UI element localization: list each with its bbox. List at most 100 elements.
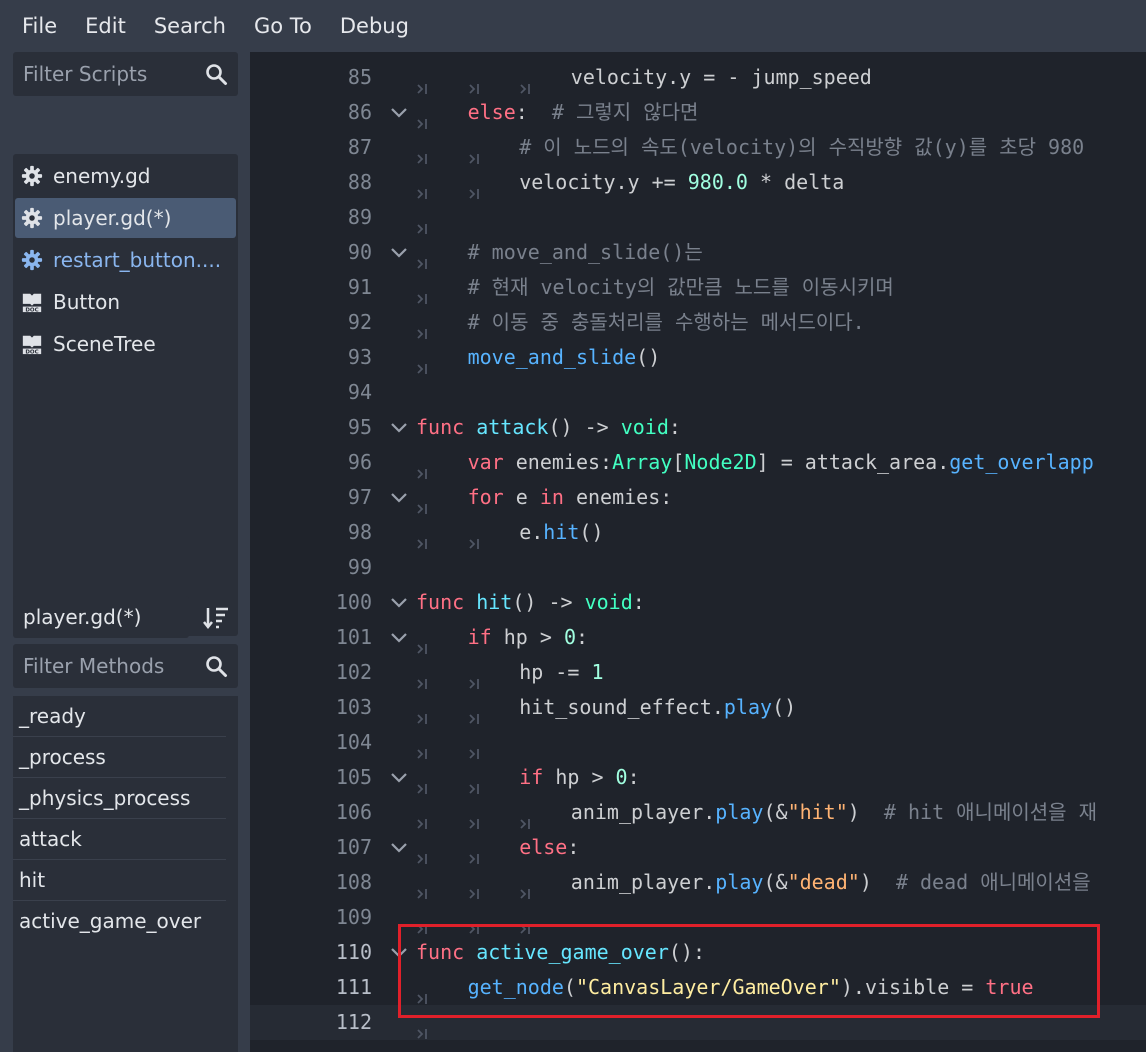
script-item-button[interactable]: DOC Button [15, 282, 236, 322]
line-number: 107 [335, 835, 372, 859]
code-text: hit_sound_effect.play() [519, 690, 796, 725]
code-token: # move_and_slide()는 [467, 240, 703, 264]
code-line[interactable]: 93 move_and_slide() [250, 340, 1146, 375]
code-line[interactable]: 104 [250, 725, 1146, 760]
code-token: hit_sound_effect. [519, 695, 724, 719]
code-text: func attack() -> void: [416, 410, 681, 445]
code-token: in [539, 485, 564, 509]
code-line[interactable]: 97 for e in enemies: [250, 480, 1146, 515]
fold-chevron-icon[interactable] [388, 480, 410, 515]
code-line[interactable]: 101 if hp > 0: [250, 620, 1146, 655]
code-token: # 그렇지 않다면 [551, 100, 699, 124]
method-item-active-game-over[interactable]: active_game_over [13, 901, 226, 942]
code-line[interactable]: 89 [250, 200, 1146, 235]
menu-file[interactable]: File [8, 0, 71, 52]
filter-scripts-input[interactable] [13, 52, 203, 96]
menu-debug[interactable]: Debug [326, 0, 423, 52]
code-token: # 이동 중 충돌처리를 수행하는 메서드이다. [467, 310, 865, 334]
code-line[interactable]: 108 anim_player.play(&"dead") # dead 애니메이… [250, 865, 1146, 900]
code-token: () [579, 520, 604, 544]
code-line[interactable]: 110 func active_game_over(): [250, 935, 1146, 970]
menu-search[interactable]: Search [140, 0, 240, 52]
line-number: 97 [347, 485, 372, 509]
fold-chevron-icon[interactable] [388, 620, 410, 655]
code-text: # 현재 velocity의 값만큼 노드를 이동시키며 [468, 270, 894, 305]
code-token: "dead" [787, 870, 860, 894]
script-list: enemy.gd player.gd(*) restart_button.... DO… [13, 154, 238, 636]
code-text: for e in enemies: [468, 480, 673, 515]
code-line[interactable]: 102 hp -= 1 [250, 655, 1146, 690]
fold-chevron-icon[interactable] [388, 410, 410, 445]
fold-chevron-icon[interactable] [388, 95, 410, 130]
script-item-enemy-gd[interactable]: enemy.gd [15, 156, 236, 196]
menu-edit[interactable]: Edit [71, 0, 140, 52]
code-token: play [715, 800, 764, 824]
code-token: : [668, 415, 681, 439]
script-panel: enemy.gd player.gd(*) restart_button.... DO… [0, 52, 250, 1052]
line-number: 87 [347, 135, 372, 159]
code-line[interactable]: 91 # 현재 velocity의 값만큼 노드를 이동시키며 [250, 270, 1146, 305]
code-token: var [467, 450, 504, 474]
fold-chevron-icon[interactable] [388, 235, 410, 270]
code-text: e.hit() [519, 515, 603, 550]
line-number: 99 [347, 555, 372, 579]
code-line[interactable]: 95 func attack() -> void: [250, 410, 1146, 445]
code-token: void [584, 590, 633, 614]
code-text: # 이 노드의 속도(velocity)의 수직방향 값(y)를 초당 980 [519, 130, 1084, 165]
fold-chevron-icon[interactable] [388, 830, 410, 865]
line-number: 101 [335, 625, 372, 649]
method-item-hit[interactable]: hit [13, 860, 226, 901]
code-line[interactable]: 86 else: # 그렇지 않다면 [250, 95, 1146, 130]
code-line[interactable]: 99 [250, 550, 1146, 585]
code-line[interactable]: 107 else: [250, 830, 1146, 865]
code-line[interactable]: 112 [250, 1005, 1146, 1040]
line-number: 92 [347, 310, 372, 334]
fold-chevron-icon[interactable] [388, 935, 410, 970]
code-line[interactable]: 105 if hp > 0: [250, 760, 1146, 795]
code-token: () [636, 345, 661, 369]
method-item-process[interactable]: _process [13, 737, 226, 778]
code-line[interactable]: 94 [250, 375, 1146, 410]
fold-chevron-icon[interactable] [388, 585, 410, 620]
code-token: # hit 애니메이션을 재 [883, 800, 1097, 824]
code-line[interactable]: 103 hit_sound_effect.play() [250, 690, 1146, 725]
code-token: else [519, 835, 568, 859]
code-line[interactable]: 96 var enemies:Array[Node2D] = attack_are… [250, 445, 1146, 480]
code-line[interactable]: 85 velocity.y = - jump_speed [250, 60, 1146, 95]
menu-go-to[interactable]: Go To [240, 0, 326, 52]
code-token: 1 [591, 660, 604, 684]
code-line[interactable]: 87 # 이 노드의 속도(velocity)의 수직방향 값(y)를 초당 98… [250, 130, 1146, 165]
filter-methods-input[interactable] [13, 644, 203, 688]
code-line[interactable]: 111 get_node("CanvasLayer/GameOver").visi… [250, 970, 1146, 1005]
code-token: : [567, 835, 580, 859]
line-number: 93 [347, 345, 372, 369]
code-line[interactable]: 90 # move_and_slide()는 [250, 235, 1146, 270]
method-item-ready[interactable]: _ready [13, 696, 226, 737]
code-editor[interactable]: 85 velocity.y = - jump_speed 86 else: # 그렇지… [250, 52, 1146, 1052]
code-line[interactable]: 109 [250, 900, 1146, 935]
line-number: 105 [335, 765, 372, 789]
method-item-attack[interactable]: attack [13, 819, 226, 860]
sort-icon[interactable] [200, 602, 232, 634]
code-token: get_overlapp [949, 450, 1094, 474]
search-icon[interactable] [204, 654, 228, 678]
tab-marker-icon [416, 1015, 430, 1050]
code-token: hit [543, 520, 580, 544]
code-line[interactable]: 106 anim_player.play(&"hit") # hit 애니메이션을… [250, 795, 1146, 830]
fold-chevron-icon[interactable] [388, 760, 410, 795]
search-icon[interactable] [204, 62, 228, 86]
script-item-restart-button[interactable]: restart_button.... [15, 240, 236, 280]
method-item-physics-process[interactable]: _physics_process [13, 778, 226, 819]
code-line[interactable]: 92 # 이동 중 충돌처리를 수행하는 메서드이다. [250, 305, 1146, 340]
code-token: if [467, 625, 492, 649]
code-text: else: # 그렇지 않다면 [468, 95, 699, 130]
code-token: (& [763, 870, 788, 894]
script-item-scenetree[interactable]: DOC SceneTree [15, 324, 236, 364]
code-line[interactable]: 98 e.hit() [250, 515, 1146, 550]
script-item-player-gd[interactable]: player.gd(*) [15, 198, 236, 238]
code-line[interactable]: 88 velocity.y += 980.0 * delta [250, 165, 1146, 200]
code-token: 0 [563, 625, 576, 649]
doc-icon: DOC [21, 291, 43, 313]
script-item-label: SceneTree [53, 332, 156, 356]
code-line[interactable]: 100 func hit() -> void: [250, 585, 1146, 620]
